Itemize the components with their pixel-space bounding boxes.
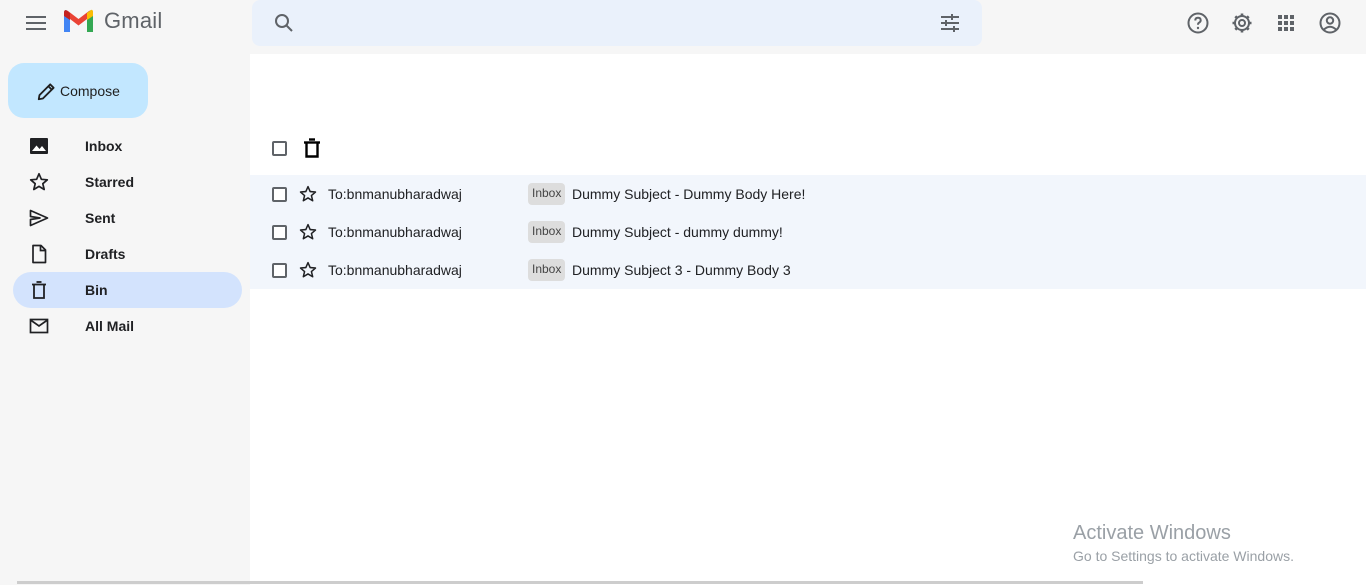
main-content: To:bnmanubharadwaj Inbox Dummy Subject -… [250, 54, 1366, 585]
sidebar-item-label: Bin [85, 282, 108, 298]
email-list: To:bnmanubharadwaj Inbox Dummy Subject -… [250, 175, 1366, 289]
help-icon[interactable] [1186, 11, 1210, 35]
email-label-chip: Inbox [528, 183, 566, 205]
draft-icon [32, 244, 47, 264]
sidebar-item-label: Drafts [85, 246, 126, 262]
settings-gear-icon[interactable] [1230, 11, 1254, 35]
watermark-title: Activate Windows [1073, 522, 1231, 544]
search-bar[interactable] [252, 0, 982, 46]
main-menu-button[interactable] [22, 9, 50, 37]
sidebar-item-sent[interactable]: Sent [13, 200, 242, 236]
email-subject: Dummy Subject - Dummy Body Here! [572, 186, 806, 202]
sidebar-item-label: Sent [85, 210, 116, 226]
sidebar-item-label: Starred [85, 174, 135, 190]
hamburger-menu-icon [26, 16, 46, 30]
row-checkbox[interactable] [272, 187, 287, 202]
apps-grid-icon[interactable] [1274, 11, 1298, 35]
sidebar-item-label: All Mail [85, 318, 135, 334]
row-checkbox[interactable] [272, 263, 287, 278]
sidebar-nav: Inbox Starred Sent Drafts Bin All Mail [13, 128, 242, 344]
email-recipient: To:bnmanubharadwaj [328, 224, 462, 240]
activate-windows-watermark: Activate Windows Go to Settings to activ… [1073, 521, 1294, 566]
gmail-m-icon [64, 9, 93, 33]
sidebar-item-drafts[interactable]: Drafts [13, 236, 242, 272]
send-icon [29, 209, 49, 227]
email-row[interactable]: To:bnmanubharadwaj Inbox Dummy Subject -… [250, 213, 1366, 251]
sidebar-item-bin[interactable]: Bin [13, 272, 242, 308]
sidebar: Compose Inbox Starred Sent Drafts Bin Al… [0, 54, 250, 585]
email-subject: Dummy Subject - dummy dummy! [572, 224, 783, 240]
image-icon [30, 138, 48, 154]
select-all-checkbox[interactable] [272, 140, 287, 156]
sidebar-item-all-mail[interactable]: All Mail [13, 308, 242, 344]
email-subject: Dummy Subject 3 - Dummy Body 3 [572, 262, 791, 278]
horizontal-scrollbar[interactable] [17, 581, 1143, 584]
star-icon[interactable] [299, 185, 317, 203]
search-icon[interactable] [272, 11, 296, 35]
pencil-icon [37, 82, 55, 100]
app-name: Gmail [104, 8, 163, 33]
trash-icon [32, 281, 46, 299]
sidebar-item-starred[interactable]: Starred [13, 164, 242, 200]
delete-icon[interactable] [303, 138, 321, 158]
email-recipient: To:bnmanubharadwaj [328, 186, 462, 202]
star-icon[interactable] [299, 223, 317, 241]
compose-label: Compose [60, 82, 120, 99]
search-options-icon[interactable] [938, 11, 962, 35]
list-toolbar [250, 136, 321, 160]
email-row[interactable]: To:bnmanubharadwaj Inbox Dummy Subject -… [250, 175, 1366, 213]
top-bar: Gmail [0, 0, 1366, 54]
sidebar-item-inbox[interactable]: Inbox [13, 128, 242, 164]
gmail-logo[interactable]: Gmail [62, 8, 162, 34]
account-icon[interactable] [1318, 11, 1342, 35]
compose-button[interactable]: Compose [8, 63, 148, 118]
sidebar-item-label: Inbox [85, 138, 123, 154]
email-recipient: To:bnmanubharadwaj [328, 262, 462, 278]
watermark-subtitle: Go to Settings to activate Windows. [1073, 548, 1294, 564]
email-label-chip: Inbox [528, 221, 566, 243]
search-input[interactable] [312, 8, 912, 38]
star-icon[interactable] [299, 261, 317, 279]
mail-icon [29, 318, 49, 334]
star-icon [29, 172, 49, 191]
email-label-chip: Inbox [528, 259, 566, 281]
email-row[interactable]: To:bnmanubharadwaj Inbox Dummy Subject 3… [250, 251, 1366, 289]
row-checkbox[interactable] [272, 225, 287, 240]
